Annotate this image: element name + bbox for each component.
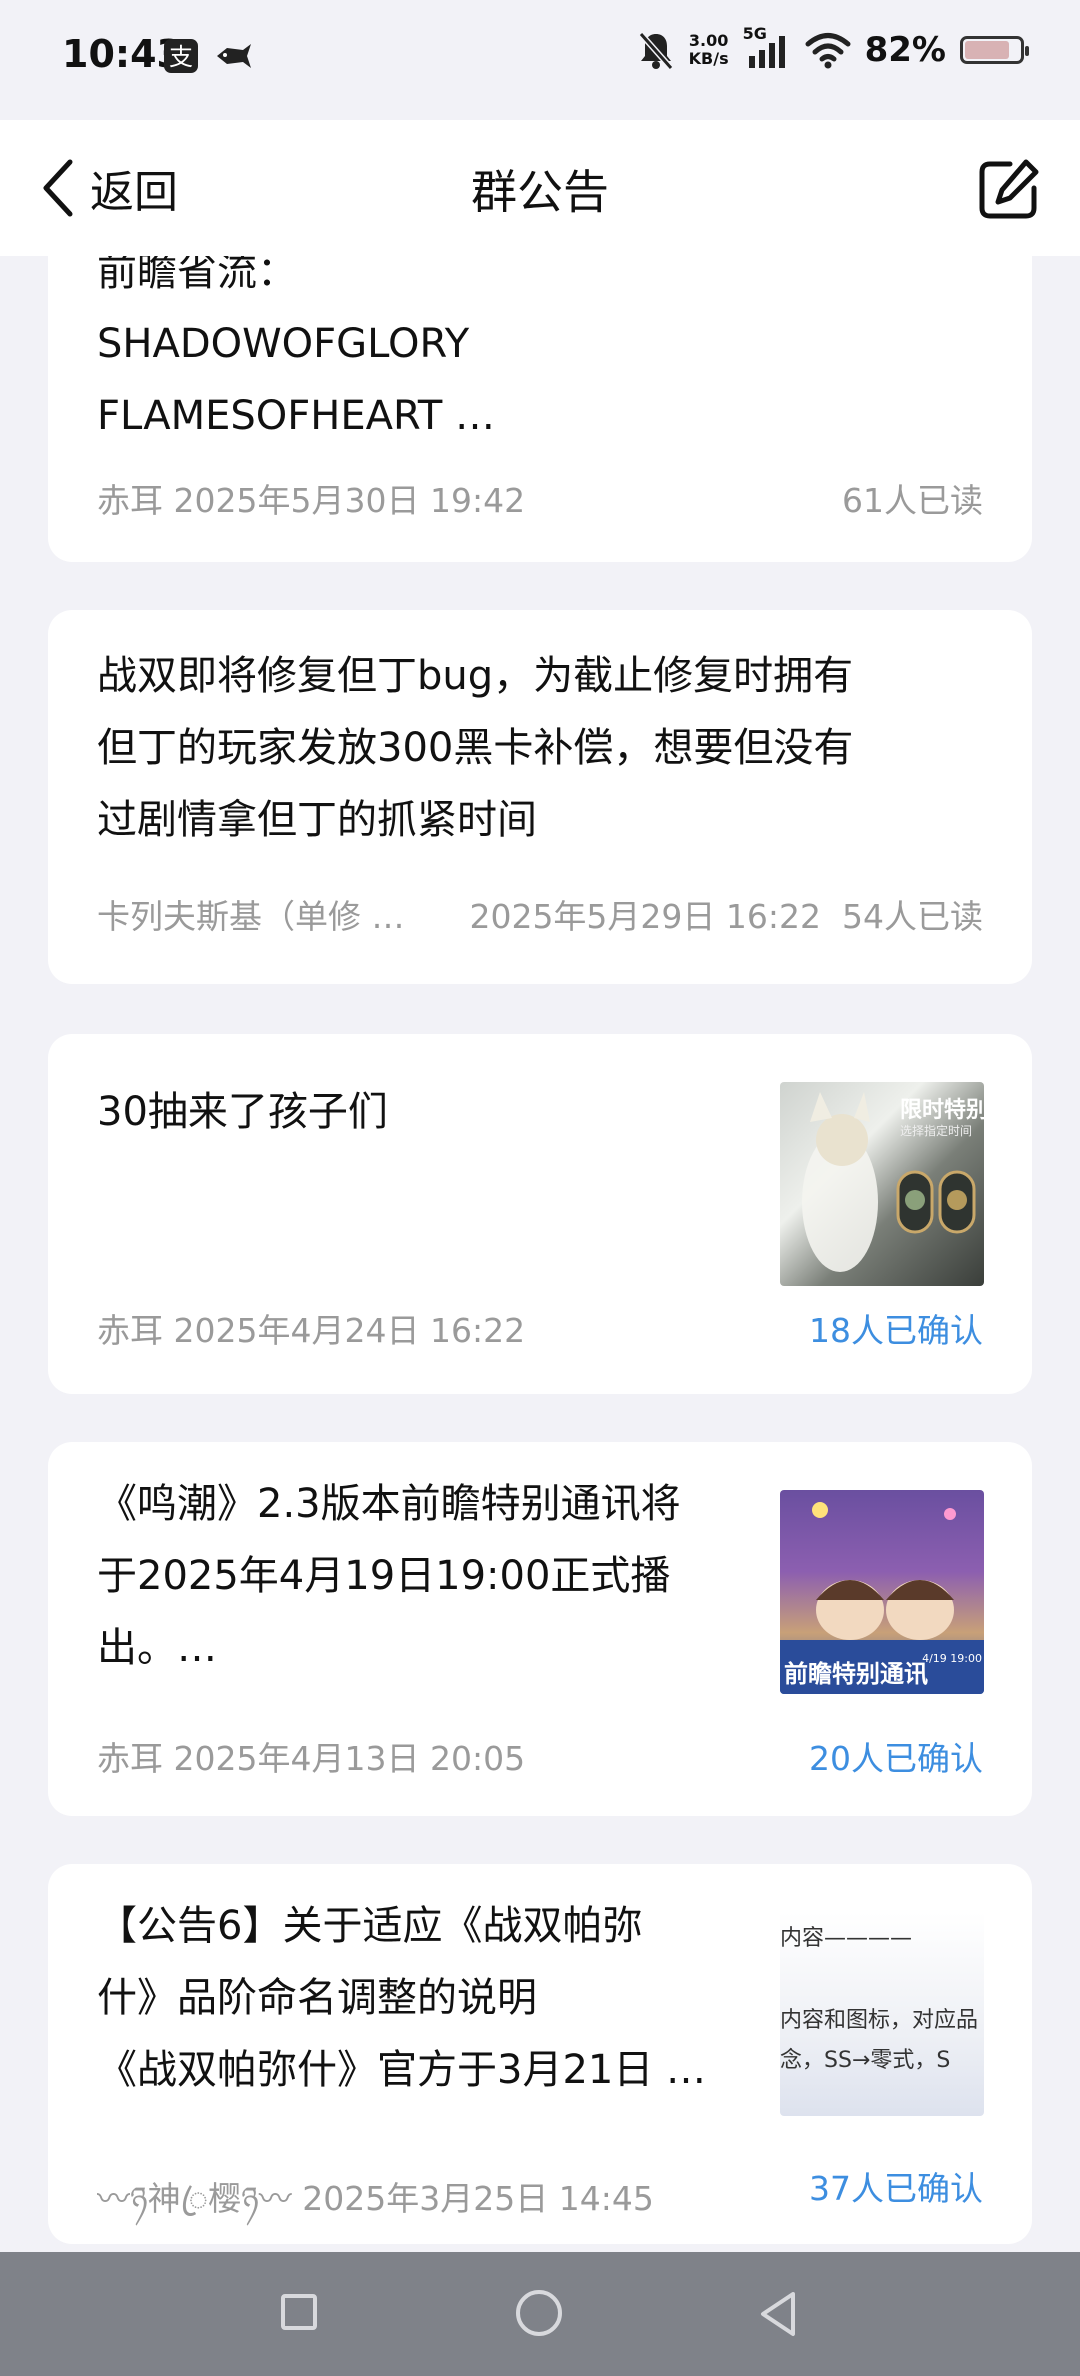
speed-value: 3.00 xyxy=(688,31,729,50)
notice-content: 前瞻省流： SHADOWOFGLORY FLAMESOFHEART … xyxy=(97,256,495,452)
notice-author-date: 赤耳 2025年4月13日 20:05 xyxy=(97,1732,525,1780)
recent-apps-icon[interactable] xyxy=(281,2294,317,2330)
notice-line: 【公告6】关于适应《战双帕弥 xyxy=(97,1903,643,1949)
notice-card[interactable]: 《鸣潮》2.3版本前瞻特别通讯将 于2025年4月19日19:00正式播 出。…… xyxy=(48,1442,1032,1816)
status-right: 3.00 KB/s 5G 82% xyxy=(637,24,1029,70)
notice-line: FLAMESOFHEART … xyxy=(97,393,495,439)
thumb-line: 念，SS→零式，S xyxy=(780,2048,951,2073)
network-speed: 3.00 KB/s xyxy=(689,32,729,68)
read-count: 61人已读 xyxy=(842,481,983,520)
confirm-count[interactable]: 20人已确认 xyxy=(809,1732,983,1780)
notice-meta: 赤耳 2025年5月30日 19:42 61人已读 xyxy=(97,474,983,522)
notice-meta: 赤耳 2025年4月13日 20:05 20人已确认 xyxy=(97,1732,983,1780)
battery-fill xyxy=(965,41,1009,59)
notice-date: 2025年4月13日 20:05 xyxy=(173,1739,526,1778)
notice-content: 《鸣潮》2.3版本前瞻特别通讯将 于2025年4月19日19:00正式播 出。… xyxy=(97,1468,681,1684)
speed-unit: KB/s xyxy=(688,49,729,68)
notice-line: 《战双帕弥什》官方于3月21日 … xyxy=(97,2047,707,2093)
thumb-subcaption: 选择指定时间 xyxy=(900,1124,973,1138)
read-count: 54人已读 xyxy=(842,897,983,936)
notice-author-date: 赤耳 2025年4月24日 16:22 xyxy=(97,1304,525,1352)
notice-author: 〰ཉ神ꦿ樱ཉ〰 xyxy=(97,2179,292,2218)
notice-content: 【公告6】关于适应《战双帕弥 什》品阶命名调整的说明 《战双帕弥什》官方于3月2… xyxy=(97,1890,706,2106)
notice-date: 2025年4月24日 16:22 xyxy=(173,1311,526,1350)
notice-content: 战双即将修复但丁bug，为截止修复时拥有 但丁的玩家发放300黑卡补偿，想要但没… xyxy=(97,640,853,856)
fish-icon xyxy=(217,44,251,68)
system-nav-bar xyxy=(0,2252,1080,2376)
page-title: 群公告 xyxy=(471,165,609,219)
notice-content: 30抽来了孩子们 xyxy=(97,1076,388,1148)
notice-thumbnail[interactable]: 前瞻特别通讯 4/19 19:00 xyxy=(780,1490,984,1694)
notice-card[interactable]: 30抽来了孩子们 限时特别 选择指定时间 赤耳 2025年4月24日 16:22… xyxy=(48,1034,1032,1394)
edit-icon[interactable] xyxy=(976,156,1042,222)
notice-meta: 赤耳 2025年4月24日 16:22 18人已确认 xyxy=(97,1304,983,1352)
notice-card[interactable]: 前瞻省流： SHADOWOFGLORY FLAMESOFHEART … 赤耳 2… xyxy=(48,256,1032,562)
status-bar: 10:43 支 3.00 KB/s 5G 82% xyxy=(0,0,1080,120)
notice-thumbnail[interactable]: 内容———— 内容和图标，对应品 念，SS→零式，S xyxy=(780,1912,984,2116)
thumb-line: 内容和图标，对应品 xyxy=(780,2008,979,2033)
status-left-icons: 支 xyxy=(163,38,253,74)
notice-author: 赤耳 xyxy=(97,481,163,520)
notice-line: 过剧情拿但丁的抓紧时间 xyxy=(97,797,537,843)
alipay-icon: 支 xyxy=(164,39,198,73)
notice-line: 什》品阶命名调整的说明 xyxy=(97,1975,537,2021)
back-triangle-icon[interactable] xyxy=(755,2288,801,2340)
thumb-caption: 前瞻特别通讯 xyxy=(784,1660,928,1688)
notice-author-date: 〰ཉ神ꦿ樱ཉ〰 2025年3月25日 14:45 xyxy=(97,2162,654,2252)
battery-icon xyxy=(960,36,1029,64)
notice-date: 2025年5月29日 16:22 xyxy=(469,897,822,936)
notice-author: 赤耳 xyxy=(97,1739,163,1778)
notice-line: SHADOWOFGLORY xyxy=(97,321,470,367)
notice-author-date: 赤耳 2025年5月30日 19:42 xyxy=(97,474,525,522)
notice-date-status: 2025年5月29日 16:22 54人已读 xyxy=(469,890,983,938)
notice-line: 前瞻省流： xyxy=(97,256,297,295)
battery-percent: 82% xyxy=(864,30,946,70)
signal-icon xyxy=(748,36,785,68)
thumb-line: 内容———— xyxy=(780,1926,913,1951)
notice-author: 卡列夫斯基（单修 … xyxy=(97,897,405,936)
nav-bar: 返回 群公告 xyxy=(0,120,1080,256)
notice-date: 2025年5月30日 19:42 xyxy=(173,481,526,520)
notice-line: 但丁的玩家发放300黑卡补偿，想要但没有 xyxy=(97,725,854,771)
notice-date: 2025年3月25日 14:45 xyxy=(302,2179,654,2218)
notice-meta: 卡列夫斯基（单修 … 2025年5月29日 16:22 54人已读 xyxy=(97,890,983,938)
notice-author: 赤耳 xyxy=(97,1311,163,1350)
home-icon[interactable] xyxy=(516,2290,562,2336)
wifi-icon xyxy=(805,33,851,69)
confirm-count[interactable]: 37人已确认 xyxy=(809,2162,983,2252)
notice-card[interactable]: 【公告6】关于适应《战双帕弥 什》品阶命名调整的说明 《战双帕弥什》官方于3月2… xyxy=(48,1864,1032,2244)
notice-thumbnail[interactable]: 限时特别 选择指定时间 xyxy=(780,1082,984,1286)
confirm-count[interactable]: 18人已确认 xyxy=(809,1304,983,1352)
notice-card[interactable]: 战双即将修复但丁bug，为截止修复时拥有 但丁的玩家发放300黑卡补偿，想要但没… xyxy=(48,610,1032,984)
cell-signal: 5G xyxy=(743,24,791,70)
notice-line: 于2025年4月19日19:00正式播 xyxy=(97,1553,671,1599)
notice-line: 《鸣潮》2.3版本前瞻特别通讯将 xyxy=(97,1481,681,1527)
notice-meta: 〰ཉ神ꦿ樱ཉ〰 2025年3月25日 14:45 37人已确认 xyxy=(97,2162,983,2252)
notice-line: 战双即将修复但丁bug，为截止修复时拥有 xyxy=(97,653,854,699)
notice-list[interactable]: 前瞻省流： SHADOWOFGLORY FLAMESOFHEART … 赤耳 2… xyxy=(0,256,1080,2252)
mute-icon xyxy=(638,32,673,70)
notice-line: 30抽来了孩子们 xyxy=(97,1089,388,1135)
thumb-subcaption: 4/19 19:00 xyxy=(922,1652,982,1665)
svg-text:支: 支 xyxy=(169,43,193,71)
notice-line: 出。… xyxy=(97,1625,217,1671)
thumb-caption: 限时特别 xyxy=(900,1098,984,1123)
